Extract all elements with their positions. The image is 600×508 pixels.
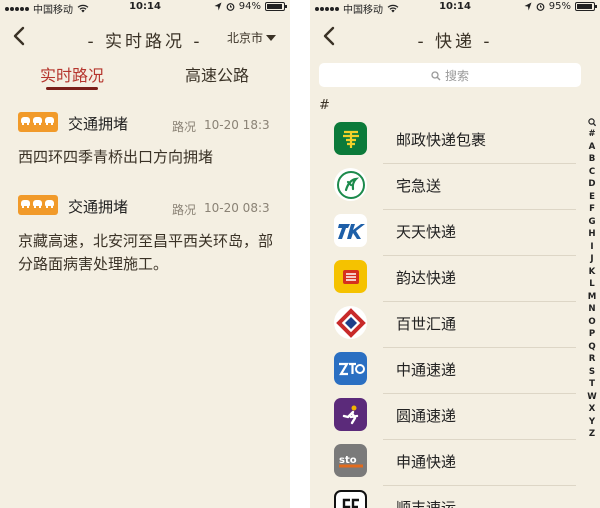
city-selector[interactable]: 北京市 [227,29,276,46]
courier-name: 韵达快递 [396,269,457,287]
courier-name: 百世汇通 [396,315,457,333]
yunda-logo-icon [334,260,367,293]
index-letter[interactable]: R [589,353,596,366]
courier-row[interactable]: sto 申通快递 [310,440,576,486]
zjs-logo-icon [334,168,367,201]
traffic-category: 路况 [172,120,197,134]
status-bar: 中国移动 10:14 94% [0,0,290,16]
index-letter[interactable]: F [589,203,595,216]
index-letter[interactable]: H [588,228,595,241]
location-arrow-icon [214,2,222,11]
index-letter[interactable]: K [589,266,596,279]
traffic-jam-icon [18,112,58,132]
courier-row[interactable]: 百世汇通 [310,302,576,348]
location-arrow-icon [524,2,532,11]
city-label: 北京市 [226,31,263,45]
index-letter[interactable]: G [588,216,595,229]
nav-bar: - 实时路况 - 北京市 [0,18,290,58]
courier-name: 圆通速递 [396,407,457,425]
courier-name: 邮政快递包裹 [396,131,487,149]
courier-row[interactable]: 顺丰速运 [310,486,576,508]
index-letter[interactable]: M [588,291,597,304]
index-letter[interactable]: # [588,128,595,141]
alarm-icon [536,3,545,11]
index-letter[interactable]: O [588,316,595,329]
index-letter[interactable]: S [589,366,595,379]
search-icon [431,71,441,81]
nav-bar: - 快递 - [310,18,600,58]
traffic-jam-icon [18,195,58,215]
index-letter[interactable]: B [589,153,596,166]
traffic-time: 10-20 08:3 [204,201,270,215]
courier-name: 顺丰速运 [396,499,457,508]
index-search-icon[interactable] [588,118,596,128]
index-letter[interactable]: W [587,391,596,404]
courier-row[interactable]: 天天快递 [310,210,576,256]
courier-row[interactable]: 中通速递 [310,348,576,394]
caret-down-icon [266,34,276,41]
alarm-icon [226,3,235,11]
courier-name: 申通快递 [396,453,457,471]
courier-name: 宅急送 [396,177,442,195]
battery-icon [265,2,287,11]
courier-screen: 中国移动 10:14 95% - 快递 - 搜索 # 邮政快递包裹 宅急送 天天… [310,0,600,508]
sto-logo-icon: sto [334,444,367,477]
courier-row[interactable]: 邮政快递包裹 [310,118,576,164]
status-bar: 中国移动 10:14 95% [310,0,600,16]
index-letter[interactable]: L [589,278,594,291]
index-letter[interactable]: X [589,403,596,416]
index-letter[interactable]: C [589,166,595,179]
battery-percent: 94% [238,1,261,12]
page-title: - 快递 - [417,32,493,52]
section-header: # [319,98,330,113]
index-letter[interactable]: Y [589,416,595,429]
battery-icon [575,2,597,11]
traffic-time: 10-20 18:3 [204,118,270,132]
sf-logo-icon [334,490,367,508]
tab-bar: 实时路况 高速公路 [0,60,290,92]
battery-percent: 95% [548,1,571,12]
index-letter[interactable]: I [590,241,593,254]
china-post-logo-icon [334,122,367,155]
courier-name: 天天快递 [396,223,457,241]
zto-logo-icon [334,352,367,385]
index-letter[interactable]: P [589,328,595,341]
active-tab-indicator [46,87,98,90]
traffic-type: 交通拥堵 [68,115,129,133]
index-letter[interactable]: N [588,303,595,316]
index-letter[interactable]: D [588,178,595,191]
svg-text:sto: sto [339,455,357,466]
search-placeholder: 搜索 [444,69,469,83]
index-letter[interactable]: Q [588,341,595,354]
traffic-screen: 中国移动 10:14 94% - 实时路况 - 北京市 实时路况 高速公路 交通… [0,0,290,508]
index-letter[interactable]: Z [589,428,595,441]
traffic-description: 西四环四季青桥出口方向拥堵 [18,148,214,166]
courier-row[interactable]: 韵达快递 [310,256,576,302]
alphabet-index[interactable]: # A B C D E F G H I J K L M N O P Q R S T W X Y Z [586,118,598,441]
tab-realtime-traffic[interactable]: 实时路况 [40,62,104,86]
courier-name: 中通速递 [396,361,457,379]
search-input[interactable]: 搜索 [319,63,581,87]
courier-row[interactable]: 圆通速递 [310,394,576,440]
ttk-logo-icon [334,214,367,247]
tab-highway[interactable]: 高速公路 [185,62,249,86]
index-letter[interactable]: E [589,191,595,204]
yto-logo-icon [334,398,367,431]
best-logo-icon [334,306,367,339]
index-letter[interactable]: A [589,141,596,154]
traffic-type: 交通拥堵 [68,198,129,216]
traffic-category: 路况 [172,203,197,217]
index-letter[interactable]: T [589,378,595,391]
courier-row[interactable]: 宅急送 [310,164,576,210]
index-letter[interactable]: J [590,253,593,266]
traffic-description: 京藏高速，北安河至昌平西关环岛，部分路面病害处理施工。 [18,232,274,273]
